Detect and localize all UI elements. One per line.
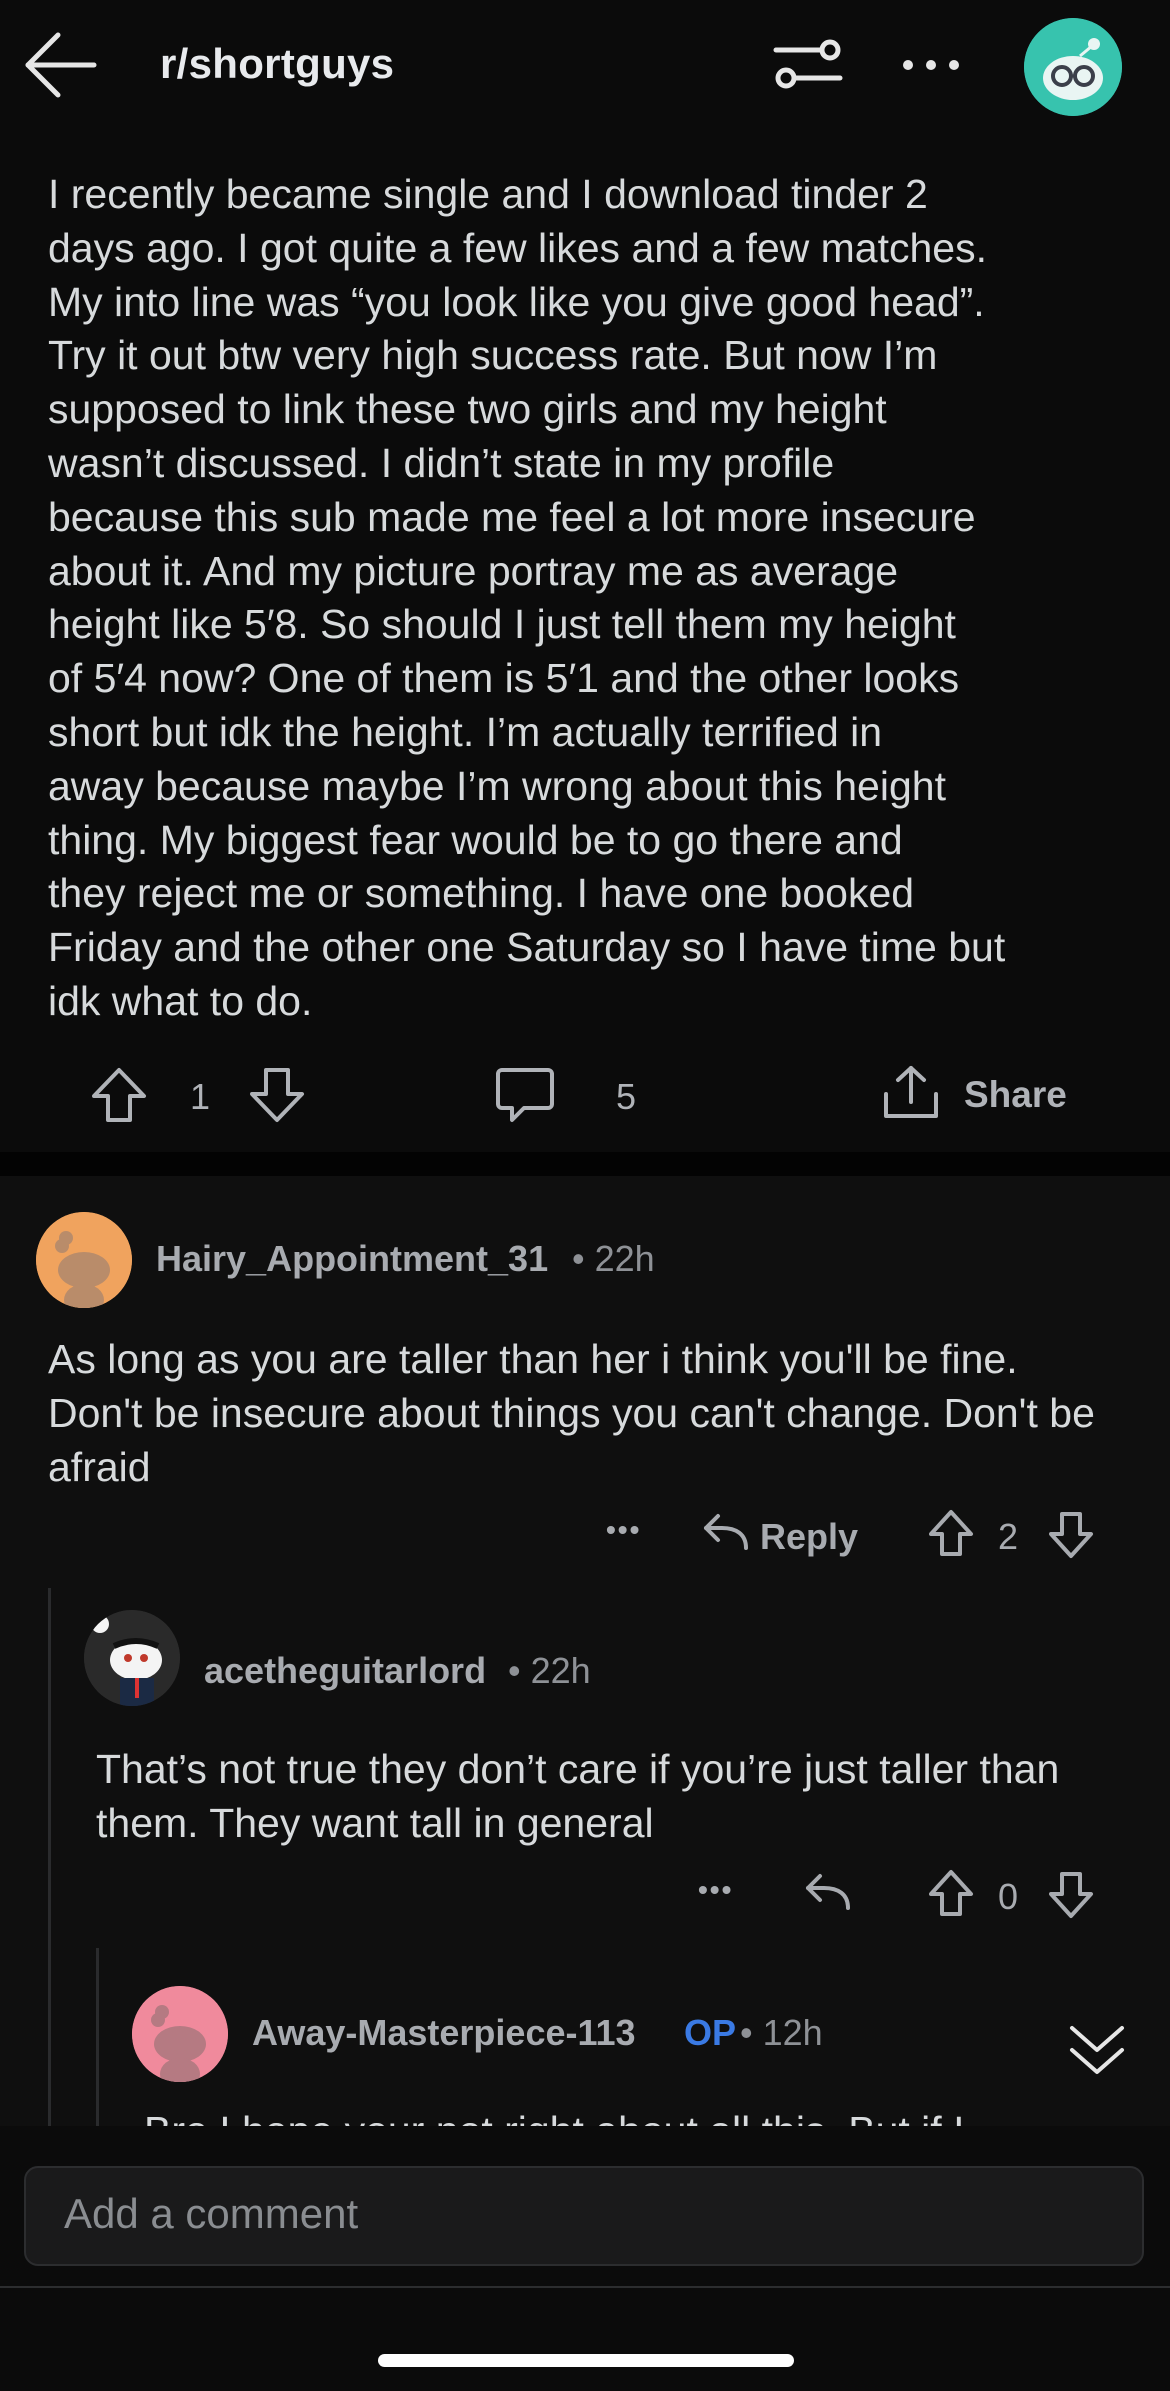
snoo-avatar-icon: [132, 1986, 228, 2082]
comment-timestamp: • 22h: [572, 1238, 655, 1279]
share-icon[interactable]: [880, 1062, 942, 1124]
comment-actions: ••• 0: [0, 1864, 1170, 1924]
comment-vote-count: 0: [998, 1876, 1019, 1917]
post-vote-count: 1: [190, 1076, 211, 1117]
comment-bubble-icon[interactable]: [494, 1064, 556, 1126]
downvote-icon[interactable]: [1046, 1510, 1096, 1560]
reply-button[interactable]: Reply: [760, 1516, 858, 1558]
comment-timestamp: • 12h: [740, 2012, 823, 2053]
comments-section: Hairy_Appointment_31 • 22h As long as yo…: [0, 1176, 1170, 2126]
comment-text: As long as you are taller than her i thi…: [48, 1336, 1095, 1490]
comment-username[interactable]: acetheguitarlord: [204, 1650, 486, 1692]
thread-line[interactable]: [96, 1948, 99, 2126]
comment-timestamp: • 22h: [508, 1650, 591, 1691]
avatar[interactable]: [84, 1610, 180, 1706]
avatar[interactable]: [36, 1212, 132, 1308]
top-bar: r/shortguys: [0, 0, 1170, 140]
divider: [0, 2286, 1170, 2288]
comment-vote-count: 2: [998, 1516, 1019, 1557]
share-button[interactable]: Share: [964, 1074, 1067, 1116]
snoo-avatar-icon: [1024, 18, 1122, 116]
subreddit-title[interactable]: r/shortguys: [160, 40, 394, 88]
section-divider: [0, 1152, 1170, 1176]
reply-icon[interactable]: [802, 1872, 852, 1916]
op-badge: OP: [684, 2012, 737, 2053]
snoo-avatar-icon: [36, 1212, 132, 1308]
comment-username[interactable]: Hairy_Appointment_31: [156, 1238, 548, 1280]
back-arrow-icon[interactable]: [22, 30, 98, 100]
post-comment-count: 5: [616, 1076, 637, 1117]
user-avatar[interactable]: [1024, 18, 1122, 116]
comment-text-partial: Bro I hope your not right about all this…: [144, 2104, 1124, 2126]
home-indicator[interactable]: [378, 2354, 794, 2367]
thread-line[interactable]: [48, 1588, 51, 2126]
post-body: I recently became single and I download …: [48, 171, 1006, 1024]
add-comment-input[interactable]: Add a comment: [24, 2166, 1144, 2266]
downvote-icon[interactable]: [1046, 1870, 1096, 1920]
more-icon[interactable]: [900, 50, 962, 80]
reply-icon[interactable]: [700, 1512, 750, 1556]
comment-username[interactable]: Away-Masterpiece-113: [252, 2012, 636, 2054]
bottom-bar: Add a comment: [0, 2126, 1170, 2391]
downvote-icon[interactable]: [246, 1064, 308, 1126]
filter-icon[interactable]: [772, 34, 844, 94]
more-options-button[interactable]: •••: [606, 1514, 641, 1546]
upvote-icon[interactable]: [926, 1508, 976, 1558]
comment-actions: ••• Reply 2: [0, 1504, 1170, 1564]
avatar[interactable]: [132, 1986, 228, 2082]
upvote-icon[interactable]: [88, 1064, 150, 1126]
snoo-avatar-icon: [84, 1610, 180, 1706]
more-options-button[interactable]: •••: [698, 1874, 733, 1906]
post-action-bar: 1 5 Share: [0, 1050, 1170, 1140]
comment-text: That’s not true they don’t care if you’r…: [96, 1746, 1060, 1846]
collapse-chevron-icon[interactable]: [1062, 2020, 1132, 2080]
upvote-icon[interactable]: [926, 1868, 976, 1918]
